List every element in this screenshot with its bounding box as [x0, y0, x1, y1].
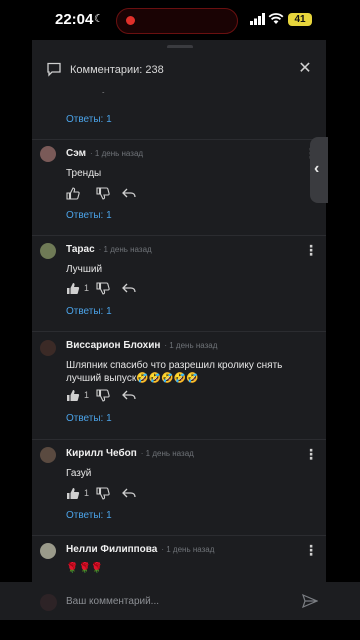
author-name[interactable]: Кирилл Чебоп: [66, 448, 137, 459]
avatar: [40, 594, 57, 611]
comment-bubble-icon: [47, 62, 61, 77]
comment-time: · 1 день назад: [98, 245, 152, 254]
author-name[interactable]: Виссарион Блохин: [66, 340, 160, 351]
comment-time: · 1 день назад: [161, 545, 215, 554]
more-options-icon[interactable]: ⋮: [304, 243, 318, 257]
cellular-signal-icon: [250, 13, 265, 25]
sheet-header: Комментарии: 238 ✕: [32, 48, 326, 92]
like-icon[interactable]: [66, 187, 80, 200]
avatar[interactable]: [40, 543, 56, 559]
comment-text: Шляпник спасибо что разрешил кролику сня…: [66, 360, 283, 384]
close-icon[interactable]: ✕: [297, 61, 313, 77]
comment-text: Тренды: [66, 168, 102, 179]
author-name[interactable]: Нелли Филиппова: [66, 544, 157, 555]
record-dot-icon: [126, 16, 135, 25]
like-icon[interactable]: [66, 282, 80, 295]
comment-item: Сэм· 1 день назад ⋮ Тренды Ответы: 1: [32, 140, 326, 236]
comment-time: · 1 день назад: [140, 449, 194, 458]
chevron-left-icon: ‹: [314, 160, 320, 177]
status-bar: 22:04 ☾ 41: [0, 0, 360, 40]
side-panel-tab[interactable]: ‹: [310, 137, 328, 203]
comment-item: Виссарион Блохин · 1 день назад Шляпник с…: [32, 332, 326, 440]
comments-list: 1 Ответы: 1 Сэм · 1 день назад ⋮ Тренды О…: [32, 80, 326, 596]
comment-text: Лучший: [66, 264, 103, 275]
comment-text: 🌹🌹🌹: [66, 563, 104, 574]
comments-sheet: Комментарии: 238 ✕ 1 Ответы: 1 Сэм · 1 де…: [32, 40, 326, 640]
clock: 22:04: [55, 11, 94, 28]
comment-author[interactable]: Нелли Филиппова · 1 день назад: [66, 544, 214, 555]
battery-indicator: 41: [288, 13, 312, 26]
like-count: 1: [84, 283, 90, 293]
comments-count-title: Комментарии: 238: [70, 64, 164, 76]
comment-author[interactable]: Кирилл Чебоп · 1 день назад: [66, 448, 194, 459]
author-name[interactable]: Тарас: [66, 244, 95, 255]
like-icon[interactable]: [66, 487, 80, 500]
avatar[interactable]: [40, 243, 56, 259]
like-count: 1: [84, 488, 90, 498]
comment-time: · 1 день назад: [90, 149, 144, 158]
replies-link[interactable]: Ответы: 1: [66, 413, 112, 424]
dislike-icon[interactable]: [96, 282, 110, 295]
comment-input[interactable]: Ваш комментарий...: [66, 596, 159, 607]
comment-text: Газуй: [66, 468, 92, 479]
comment-item: Кирилл Чебоп · 1 день назад ⋮ Газуй 1 Отв…: [32, 440, 326, 536]
comment-author[interactable]: Сэм · 1 день назад: [66, 148, 143, 159]
more-options-icon[interactable]: ⋮: [304, 447, 318, 461]
bottom-safe-area: [0, 620, 360, 640]
reply-icon[interactable]: [122, 187, 136, 199]
send-icon[interactable]: [302, 594, 318, 608]
avatar[interactable]: [40, 146, 56, 162]
comment-item: 1 Ответы: 1: [32, 80, 326, 140]
comment-author[interactable]: Тарас · 1 день назад: [66, 244, 152, 255]
reply-icon[interactable]: [122, 282, 136, 294]
comment-author[interactable]: Виссарион Блохин · 1 день назад: [66, 340, 217, 351]
like-count: 1: [84, 390, 90, 400]
dislike-icon[interactable]: [96, 389, 110, 402]
replies-link[interactable]: Ответы: 1: [66, 306, 112, 317]
wifi-icon: [268, 13, 284, 24]
reply-icon[interactable]: [122, 389, 136, 401]
replies-link[interactable]: Ответы: 1: [66, 510, 112, 521]
replies-link[interactable]: Ответы: 1: [66, 114, 112, 125]
avatar[interactable]: [40, 340, 56, 356]
more-options-icon[interactable]: ⋮: [304, 543, 318, 557]
avatar[interactable]: [40, 447, 56, 463]
dislike-icon[interactable]: [96, 487, 110, 500]
comment-compose-bar: Ваш комментарий...: [0, 582, 360, 620]
moon-icon: ☾: [94, 13, 104, 25]
like-icon[interactable]: [66, 389, 80, 402]
replies-link[interactable]: Ответы: 1: [66, 210, 112, 221]
dislike-icon[interactable]: [96, 187, 110, 200]
comment-time: · 1 день назад: [164, 341, 218, 350]
comment-item: Тарас · 1 день назад ⋮ Лучший 1 Ответы: 1: [32, 236, 326, 332]
reply-icon[interactable]: [122, 487, 136, 499]
author-name[interactable]: Сэм: [66, 148, 86, 159]
